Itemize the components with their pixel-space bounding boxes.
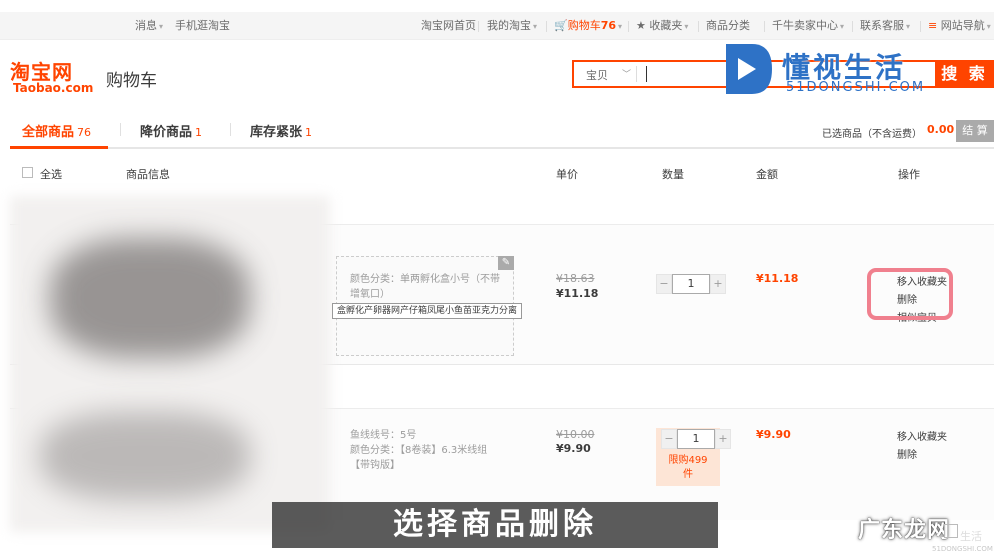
select-all-checkbox[interactable] [22,167,33,178]
column-unit-price: 单价 [556,168,578,181]
divider [698,21,699,32]
original-price: ¥18.63 [556,272,595,285]
cart-page: 消息 ▾ 手机逛淘宝 淘宝网首页 我的淘宝 ▾ 🛒购物车76 ▾ ★ 收藏夹 ▾ 商品分… [0,0,994,560]
selected-amount: 0.00 [927,123,955,136]
categories-link[interactable]: 商品分类 [706,12,750,40]
star-icon: ★ [636,19,646,32]
top-nav-bar: 消息 ▾ 手机逛淘宝 淘宝网首页 我的淘宝 ▾ 🛒购物车76 ▾ ★ 收藏夹 ▾ 商品分… [0,12,994,40]
selected-label: 已选商品（不含运费） [822,129,922,140]
sku-info: 颜色分类：单两孵化盒小号（不带 [350,274,500,285]
increase-button[interactable]: + [710,274,726,294]
divider [546,21,547,32]
original-price: ¥10.00 [556,428,595,441]
product-image-blurred[interactable] [50,238,250,358]
column-amount: 金额 [756,168,778,181]
watermark-d-icon [726,44,772,94]
watermark-bottom-domain: 51DONGSHI.COM [932,545,993,553]
decrease-button[interactable]: − [656,274,672,294]
column-quantity: 数量 [662,168,684,181]
product-image-blurred[interactable] [40,412,250,500]
tab-divider-line [10,147,994,149]
divider [478,21,479,32]
divider [120,123,121,136]
search-input[interactable] [646,66,647,82]
tab-active-indicator [10,146,108,149]
select-all-label[interactable]: 全选 [40,166,62,182]
delete-link[interactable]: 删除 [897,446,917,461]
tab-price-drop[interactable]: 降价商品 1 [140,121,202,140]
divider [852,21,853,32]
divider [230,123,231,136]
item-title-tooltip: 盒孵化产卵器网产仔箱凤尾小鱼苗亚克力分离 [332,303,523,319]
divider [636,66,637,82]
service-link[interactable]: 联系客服 ▾ [860,12,910,40]
watermark-char: 生活 [960,530,982,543]
cart-count: 76 [600,19,617,32]
chevron-down-icon: ▾ [840,22,845,31]
divider [628,21,629,32]
purchase-limit-text: 限购499 件 [668,455,708,480]
chevron-down-icon: ▾ [986,22,991,31]
cart-link[interactable]: 🛒购物车76 ▾ [554,12,622,40]
increase-button[interactable]: + [715,429,731,449]
watermark-logo: 懂视生活 51DONGSHI.COM [718,38,948,108]
menu-icon: ≡ [928,19,938,32]
column-item-info: 商品信息 [126,168,170,181]
item-amount: ¥9.90 [756,428,791,441]
site-nav-link[interactable]: ≡ 网站导航 ▾ [928,12,991,40]
chevron-down-icon: ▾ [159,22,164,31]
quantity-input[interactable]: 1 [677,429,715,449]
quantity-input[interactable]: 1 [672,274,710,294]
decrease-button[interactable]: − [661,429,677,449]
messages-link[interactable]: 消息 ▾ [135,12,163,40]
taobao-logo-en[interactable]: Taobao.com [13,81,93,95]
watermark-icon [944,524,958,538]
seller-center-link[interactable]: 千牛卖家中心 ▾ [772,12,844,40]
mobile-link[interactable]: 手机逛淘宝 [175,12,230,40]
chevron-down-icon: ▾ [906,22,911,31]
edit-pencil-icon[interactable]: ✎ [498,256,514,270]
unit-price: ¥11.18 [556,287,599,300]
chevron-down-icon: ▾ [533,22,538,31]
video-subtitle: 选择商品删除 [272,502,718,548]
sku-info: 增氧口） [350,289,390,300]
tab-low-stock[interactable]: 库存紧张 1 [250,121,312,140]
column-operation: 操作 [898,168,920,181]
divider [920,21,921,32]
home-link[interactable]: 淘宝网首页 [421,12,476,40]
delete-highlight-box [867,268,953,320]
chevron-down-icon: ▾ [618,22,623,31]
my-taobao-link[interactable]: 我的淘宝 ▾ [487,12,537,40]
unit-price: ¥9.90 [556,442,591,455]
page-title: 购物车 [106,71,157,91]
settle-button[interactable]: 结 算 [956,120,994,142]
divider [764,21,765,32]
watermark-bottom: 广东龙网 [858,518,951,543]
sku-info: 鱼线线号：5号 [350,430,417,441]
watermark-domain: 51DONGSHI.COM [786,80,926,95]
favorites-link[interactable]: ★ 收藏夹 ▾ [636,12,688,40]
sku-info: 颜色分类：【8卷装】6.3米线组 [350,445,488,456]
move-to-favorites-link[interactable]: 移入收藏夹 [897,428,947,443]
search-category-select[interactable]: 宝贝 [586,67,608,83]
item-amount: ¥11.18 [756,272,799,285]
tab-all-items[interactable]: 全部商品 76 [22,121,91,140]
sku-info: 【带钩版】 [350,460,400,471]
chevron-down-icon: ▾ [684,22,689,31]
chevron-down-icon: ﹀ [622,70,632,80]
cart-icon: 🛒 [554,19,568,32]
